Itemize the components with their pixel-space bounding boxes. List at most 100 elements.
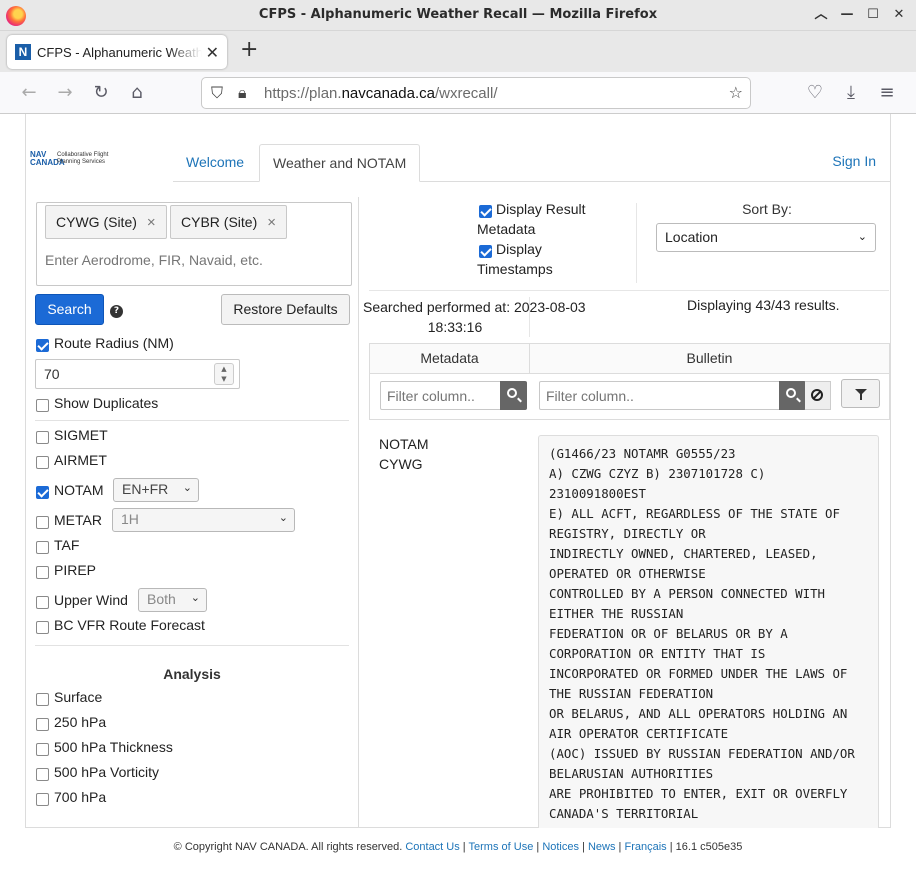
- taf-checkbox[interactable]: [36, 541, 49, 554]
- sigmet-checkbox[interactable]: [36, 431, 49, 444]
- footer-link-news[interactable]: News: [588, 841, 616, 853]
- bookmark-star-icon[interactable]: ☆: [729, 83, 743, 102]
- funnel-icon: [855, 389, 867, 400]
- bc-vfr-checkbox[interactable]: [36, 621, 49, 634]
- logo-subtitle: Collaborative Flight Planning Services: [57, 152, 109, 165]
- metadata-filter-search-button[interactable]: [500, 381, 527, 410]
- upper-wind-select[interactable]: Both ⌄: [138, 588, 207, 612]
- restore-defaults-button[interactable]: Restore Defaults: [221, 294, 350, 325]
- results-table-header: Metadata Bulletin: [369, 343, 890, 374]
- bulletin-filter-search-button[interactable]: [779, 381, 806, 410]
- analysis-heading: Analysis: [163, 666, 221, 682]
- upper-wind-checkbox[interactable]: [36, 596, 49, 609]
- minimize-icon[interactable]: —: [840, 6, 854, 24]
- tab-bar: N CFPS - Alphanumeric Weather Recall ✕: [0, 31, 916, 72]
- url-bar[interactable]: ⛉ 🔒︎ https://plan.navcanada.ca/wxrecall/…: [201, 77, 751, 109]
- 500hpa-vorticity-checkbox[interactable]: [36, 768, 49, 781]
- url-text[interactable]: https://plan.navcanada.ca/wxrecall/: [264, 85, 497, 102]
- chevron-down-icon: ⌄: [190, 592, 200, 604]
- upper-wind-value: Both: [147, 591, 176, 607]
- notam-language-select[interactable]: EN+FR ⌄: [113, 478, 199, 502]
- site-search-input[interactable]: [45, 252, 335, 268]
- taf-label: TAF: [54, 537, 80, 553]
- show-duplicates-checkbox[interactable]: [36, 399, 49, 412]
- home-icon[interactable]: ⌂: [125, 81, 149, 105]
- copyright-text: © Copyright NAV CANADA. All rights reser…: [173, 841, 403, 853]
- clear-filter-button[interactable]: [805, 381, 831, 410]
- lock-icon[interactable]: 🔒︎: [238, 83, 247, 103]
- tab-welcome[interactable]: Welcome: [173, 144, 257, 182]
- shield-icon[interactable]: ⛉: [211, 83, 223, 103]
- bc-vfr-label: BC VFR Route Forecast: [54, 617, 205, 633]
- window-titlebar: CFPS - Alphanumeric Weather Recall — Moz…: [0, 0, 916, 31]
- bulletin-filter-input[interactable]: [539, 381, 780, 410]
- site-chip-cybr: CYBR (Site) ×: [170, 205, 287, 239]
- pocket-icon[interactable]: ♡: [803, 81, 827, 105]
- tab-weather-and-notam[interactable]: Weather and NOTAM: [259, 144, 421, 182]
- surface-label: Surface: [54, 689, 103, 705]
- sign-in-link[interactable]: Sign In: [832, 153, 876, 169]
- site-chip-cywg: CYWG (Site) ×: [45, 205, 167, 239]
- filter-options-button[interactable]: [841, 379, 880, 408]
- airmet-checkbox[interactable]: [36, 456, 49, 469]
- back-arrow-icon[interactable]: ←: [17, 81, 41, 105]
- search-button[interactable]: Search: [35, 294, 104, 325]
- reload-icon[interactable]: ↻: [89, 81, 113, 105]
- column-header-metadata[interactable]: Metadata: [370, 344, 530, 373]
- airmet-label: AIRMET: [54, 452, 107, 468]
- chevron-down-icon: ⌄: [182, 482, 192, 494]
- column-header-bulletin[interactable]: Bulletin: [530, 344, 889, 373]
- navcanada-logo[interactable]: NAV CANADA Collaborative Flight Planning…: [30, 151, 130, 171]
- footer-link-terms[interactable]: Terms of Use: [469, 841, 534, 853]
- metar-label: METAR: [54, 512, 102, 528]
- filter-row: [369, 374, 890, 420]
- download-icon[interactable]: ⤓: [839, 81, 863, 105]
- browser-tab[interactable]: N CFPS - Alphanumeric Weather Recall ✕: [7, 35, 227, 69]
- 250hpa-label: 250 hPa: [54, 714, 107, 730]
- surface-checkbox[interactable]: [36, 693, 49, 706]
- notam-checkbox[interactable]: [36, 486, 49, 499]
- metar-hours-value: 1H: [121, 511, 139, 527]
- 700hpa-checkbox[interactable]: [36, 793, 49, 806]
- display-metadata-checkbox[interactable]: [479, 205, 492, 218]
- metar-hours-select[interactable]: 1H ⌄: [112, 508, 295, 532]
- window-title: CFPS - Alphanumeric Weather Recall — Moz…: [258, 7, 658, 22]
- result-site: CYWG: [379, 456, 423, 472]
- metar-checkbox[interactable]: [36, 516, 49, 529]
- remove-chip-icon[interactable]: ×: [267, 214, 276, 231]
- metadata-filter-input[interactable]: [380, 381, 501, 410]
- radius-stepper-icon[interactable]: ▲ ▼: [214, 363, 234, 385]
- footer-link-contact[interactable]: Contact Us: [405, 841, 459, 853]
- sort-by-label: Sort By:: [742, 201, 792, 217]
- footer-link-francais[interactable]: Français: [624, 841, 666, 853]
- remove-chip-icon[interactable]: ×: [147, 214, 156, 231]
- results-count: Displaying 43/43 results.: [687, 297, 840, 313]
- clear-circle-icon: [811, 389, 823, 401]
- chevron-up-icon[interactable]: ︿: [814, 6, 828, 24]
- route-radius-input[interactable]: 70: [35, 359, 240, 389]
- help-question-icon[interactable]: ?: [110, 305, 123, 318]
- 250hpa-checkbox[interactable]: [36, 718, 49, 731]
- sort-by-select[interactable]: Location ⌄: [656, 223, 876, 252]
- pirep-checkbox[interactable]: [36, 566, 49, 579]
- forward-arrow-icon[interactable]: →: [53, 81, 77, 105]
- new-tab-icon[interactable]: +: [240, 38, 258, 62]
- navigation-bar: ← → ↻ ⌂ ⛉ 🔒︎ https://plan.navcanada.ca/w…: [0, 72, 916, 114]
- route-radius-checkbox[interactable]: [36, 339, 49, 352]
- show-duplicates-label: Show Duplicates: [54, 395, 159, 411]
- footer-link-notices[interactable]: Notices: [542, 841, 579, 853]
- close-tab-icon[interactable]: ✕: [206, 43, 219, 62]
- chip-label: CYWG (Site): [56, 214, 137, 230]
- 500hpa-thickness-checkbox[interactable]: [36, 743, 49, 756]
- chevron-down-icon: ⌄: [278, 512, 288, 524]
- menu-hamburger-icon[interactable]: ≡: [875, 81, 899, 105]
- maximize-icon[interactable]: ☐: [866, 6, 880, 24]
- display-timestamps-checkbox[interactable]: [479, 245, 492, 258]
- sort-by-value: Location: [665, 229, 718, 245]
- close-window-icon[interactable]: ✕: [892, 6, 906, 24]
- page-content: NAV CANADA Collaborative Flight Planning…: [0, 114, 916, 874]
- result-bulletin-cell[interactable]: (G1466/23 NOTAMR G0555/23 A) CZWG CZYZ B…: [538, 435, 879, 828]
- notam-label: NOTAM: [54, 482, 104, 498]
- site-selector[interactable]: CYWG (Site) × CYBR (Site) ×: [36, 202, 352, 286]
- result-type: NOTAM: [379, 436, 429, 452]
